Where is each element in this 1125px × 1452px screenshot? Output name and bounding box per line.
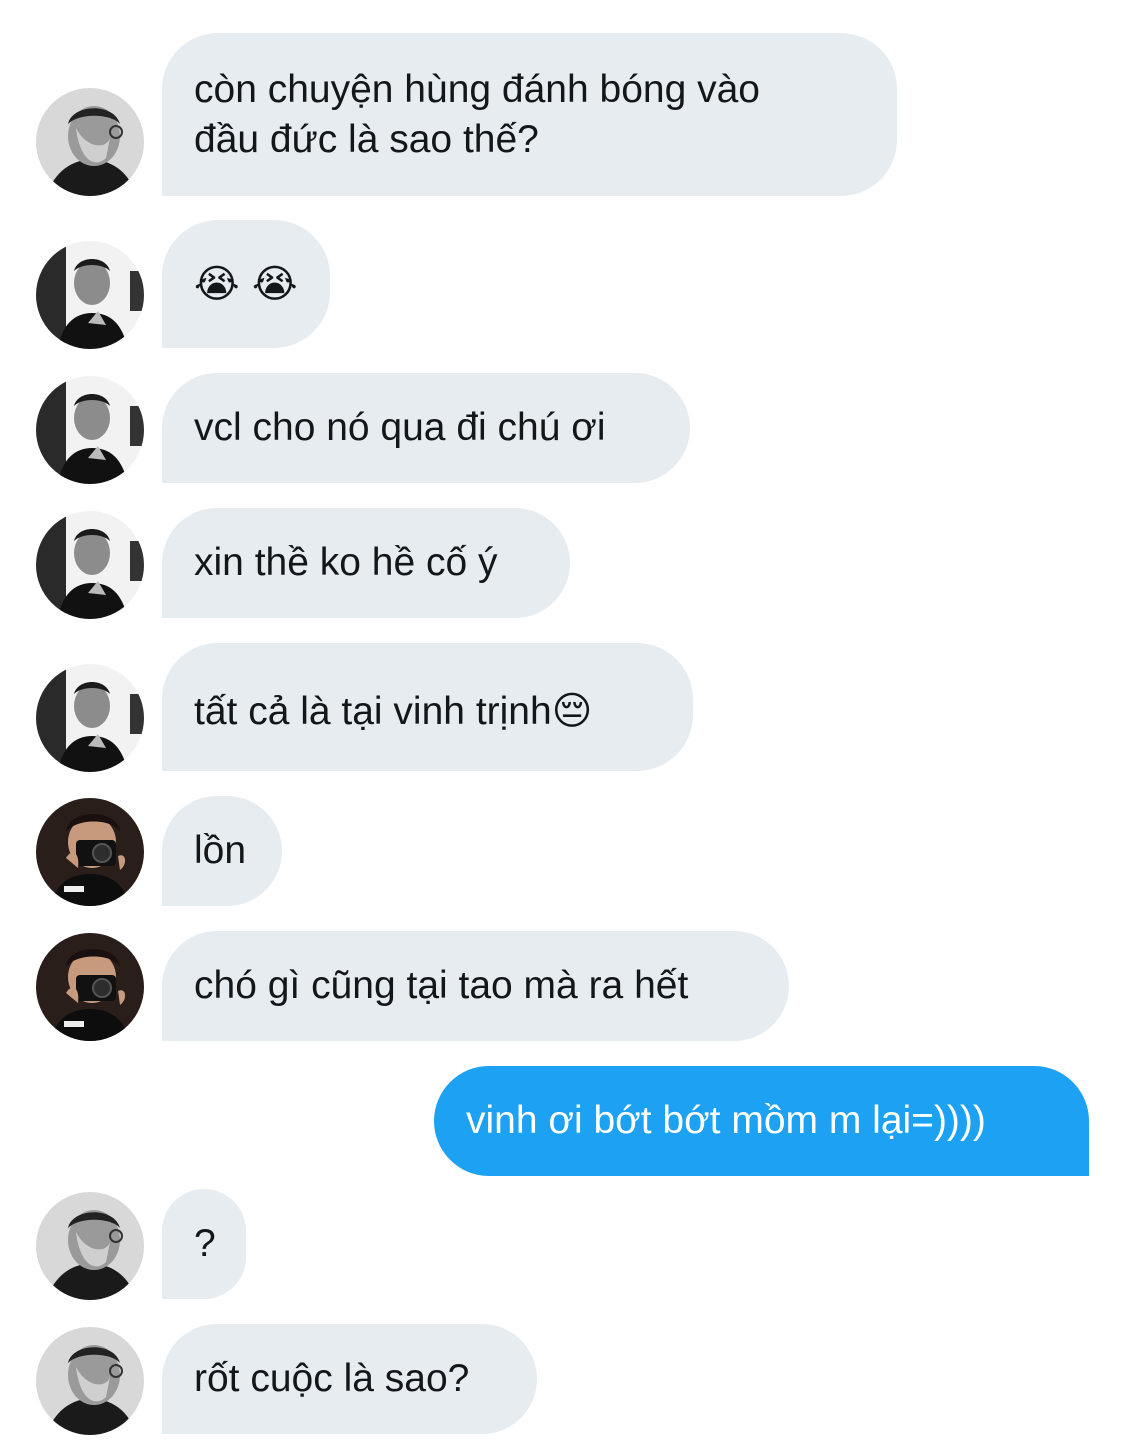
message-text: ?	[194, 1222, 216, 1265]
message-bubble-incoming[interactable]: 😭 😭	[162, 220, 330, 348]
user-c-avatar[interactable]	[36, 798, 144, 906]
message-bubble-incoming[interactable]: ?	[162, 1189, 246, 1299]
message-text: lồn	[194, 829, 247, 872]
message-text: rốt cuộc là sao?	[194, 1357, 470, 1400]
message-bubble-incoming[interactable]: rốt cuộc là sao?	[162, 1324, 537, 1434]
message-text: 😭 😭	[194, 262, 298, 307]
message-text: còn chuyện hùng đánh bóng vào	[194, 68, 760, 111]
message-bubble-incoming[interactable]: chó gì cũng tại tao mà ra hết	[162, 931, 789, 1041]
message-bubble-outgoing[interactable]: vinh ơi bớt bớt mồm m lại=))))	[434, 1066, 1089, 1176]
message-bubble-incoming[interactable]: xin thề ko hề cố ý	[162, 508, 570, 618]
message-bubble-incoming[interactable]: tất cả là tại vinh trịnh😔	[162, 643, 693, 771]
message-text: vinh ơi bớt bớt mồm m lại=))))	[466, 1099, 986, 1142]
message-bubble-incoming[interactable]: vcl cho nó qua đi chú ơi	[162, 373, 690, 483]
message-text: xin thề ko hề cố ý	[194, 541, 498, 584]
user-a-avatar[interactable]	[36, 88, 144, 196]
user-b-avatar[interactable]	[36, 241, 144, 349]
message-text: chó gì cũng tại tao mà ra hết	[194, 964, 689, 1007]
message-bubble-incoming[interactable]: lồn	[162, 796, 282, 906]
user-a-avatar[interactable]	[36, 1327, 144, 1435]
message-text: đầu đức là sao thế?	[194, 118, 539, 161]
message-text: vcl cho nó qua đi chú ơi	[194, 406, 606, 449]
message-text: tất cả là tại vinh trịnh😔	[194, 690, 593, 733]
user-b-avatar[interactable]	[36, 664, 144, 772]
user-c-avatar[interactable]	[36, 933, 144, 1041]
user-a-avatar[interactable]	[36, 1192, 144, 1300]
message-bubble-incoming[interactable]: còn chuyện hùng đánh bóng vào đầu đức là…	[162, 33, 897, 196]
user-b-avatar[interactable]	[36, 376, 144, 484]
user-b-avatar[interactable]	[36, 511, 144, 619]
